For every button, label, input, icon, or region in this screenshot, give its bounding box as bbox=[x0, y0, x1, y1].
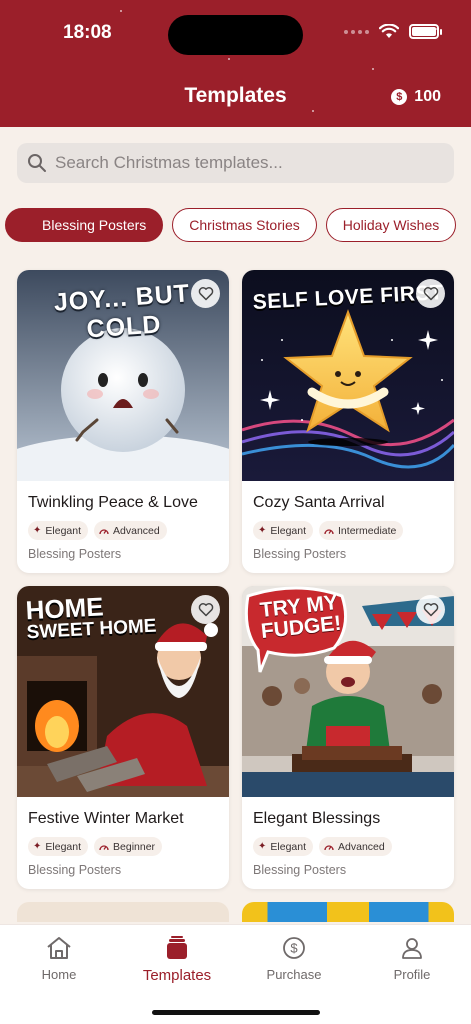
level-tag: Advanced bbox=[319, 837, 392, 856]
nav-profile-label: Profile bbox=[393, 967, 431, 982]
template-category: Blessing Posters bbox=[253, 547, 347, 561]
heart-icon bbox=[423, 287, 438, 301]
gauge-icon bbox=[324, 528, 334, 534]
image-caption: TRY MY FUDGE! bbox=[248, 591, 352, 643]
style-tag-label: Elegant bbox=[270, 524, 307, 537]
template-title: Elegant Blessings bbox=[253, 810, 381, 827]
favorite-button[interactable] bbox=[416, 279, 445, 308]
gauge-icon bbox=[99, 844, 109, 850]
snow-dot bbox=[372, 68, 374, 70]
status-icons bbox=[344, 24, 442, 39]
level-tag: Advanced bbox=[94, 521, 167, 540]
favorite-button[interactable] bbox=[416, 595, 445, 624]
chip-holiday-wishes[interactable]: Holiday Wishes bbox=[325, 208, 457, 242]
bottom-nav: Home Templates $ Purchase Profile bbox=[0, 924, 471, 1024]
template-image: SELF LOVE FIRST bbox=[242, 270, 454, 481]
heart-icon bbox=[198, 287, 213, 301]
sparkle-icon: ✦ bbox=[258, 525, 267, 536]
template-image: HOME SWEET HOME bbox=[17, 586, 229, 797]
templates-icon bbox=[167, 936, 187, 959]
template-image: JOY... BUT COLD bbox=[17, 270, 229, 481]
battery-icon bbox=[409, 24, 442, 39]
level-tag: Beginner bbox=[94, 837, 163, 856]
style-tag: ✦ Elegant bbox=[253, 521, 314, 540]
status-time: 18:08 bbox=[63, 22, 112, 43]
style-tag-label: Elegant bbox=[45, 840, 82, 853]
snow-dot bbox=[120, 10, 122, 12]
coin-icon: $ bbox=[391, 89, 408, 105]
search-bar[interactable] bbox=[17, 143, 454, 183]
style-tag: ✦ Elegant bbox=[28, 837, 89, 856]
snow-dot bbox=[312, 110, 314, 112]
level-tag-label: Intermediate bbox=[338, 524, 397, 537]
snow-dot bbox=[228, 58, 230, 60]
gauge-icon bbox=[324, 844, 334, 850]
gauge-icon bbox=[99, 528, 109, 534]
heart-icon bbox=[198, 603, 213, 617]
search-input[interactable] bbox=[55, 153, 435, 173]
home-icon bbox=[47, 937, 71, 959]
template-card-peek[interactable] bbox=[242, 902, 454, 922]
template-image: TRY MY FUDGE! bbox=[242, 586, 454, 797]
level-tag-label: Beginner bbox=[113, 840, 156, 853]
nav-purchase[interactable]: $ Purchase bbox=[249, 933, 339, 982]
chip-christmas-stories[interactable]: Christmas Stories bbox=[172, 208, 317, 242]
style-tag-label: Elegant bbox=[270, 840, 307, 853]
nav-purchase-label: Purchase bbox=[266, 967, 322, 982]
favorite-button[interactable] bbox=[191, 595, 220, 624]
heart-icon bbox=[423, 603, 438, 617]
home-indicator bbox=[152, 1010, 320, 1015]
dynamic-island bbox=[168, 15, 303, 55]
level-tag-label: Advanced bbox=[113, 524, 160, 537]
template-title: Twinkling Peace & Love bbox=[28, 494, 198, 511]
coin-balance[interactable]: $ 100 bbox=[391, 88, 441, 106]
coin-count: 100 bbox=[414, 88, 441, 105]
template-card[interactable]: JOY... BUT COLD Twinkling Peace & Love ✦… bbox=[17, 270, 229, 573]
sparkle-icon: ✦ bbox=[33, 841, 42, 852]
search-icon bbox=[28, 154, 46, 172]
chip-blessing-posters[interactable]: Blessing Posters bbox=[5, 208, 164, 242]
nav-home-label: Home bbox=[41, 967, 77, 982]
header: 18:08 Templates $ 100 bbox=[0, 0, 471, 127]
nav-templates-label: Templates bbox=[142, 967, 212, 984]
template-category: Blessing Posters bbox=[28, 863, 122, 877]
profile-icon bbox=[402, 938, 422, 959]
sparkle-icon: ✦ bbox=[33, 525, 42, 536]
template-title: Cozy Santa Arrival bbox=[253, 494, 385, 511]
template-card[interactable]: SELF LOVE FIRST Cozy Santa Arrival ✦ Ele… bbox=[242, 270, 454, 573]
template-title: Festive Winter Market bbox=[28, 810, 184, 827]
nav-home[interactable]: Home bbox=[14, 933, 104, 982]
style-tag-label: Elegant bbox=[45, 524, 82, 537]
template-card-peek[interactable] bbox=[17, 902, 229, 922]
cellular-icon bbox=[344, 29, 369, 34]
nav-templates[interactable]: Templates bbox=[132, 933, 222, 984]
wifi-icon bbox=[379, 24, 399, 38]
sparkle-icon: ✦ bbox=[258, 841, 267, 852]
style-tag: ✦ Elegant bbox=[28, 521, 89, 540]
nav-profile[interactable]: Profile bbox=[367, 933, 457, 982]
template-category: Blessing Posters bbox=[253, 863, 347, 877]
template-card[interactable]: HOME SWEET HOME Festive Winter Market ✦ … bbox=[17, 586, 229, 889]
style-tag: ✦ Elegant bbox=[253, 837, 314, 856]
level-tag-label: Advanced bbox=[338, 840, 385, 853]
favorite-button[interactable] bbox=[191, 279, 220, 308]
category-chips: Blessing Posters Christmas Stories Holid… bbox=[5, 208, 457, 242]
template-card[interactable]: TRY MY FUDGE! Elegant Blessings ✦ Elegan… bbox=[242, 586, 454, 889]
template-category: Blessing Posters bbox=[28, 547, 122, 561]
dollar-icon: $ bbox=[283, 937, 305, 959]
image-caption: HOME SWEET HOME bbox=[25, 591, 157, 643]
level-tag: Intermediate bbox=[319, 521, 404, 540]
svg-text:$: $ bbox=[290, 941, 298, 956]
